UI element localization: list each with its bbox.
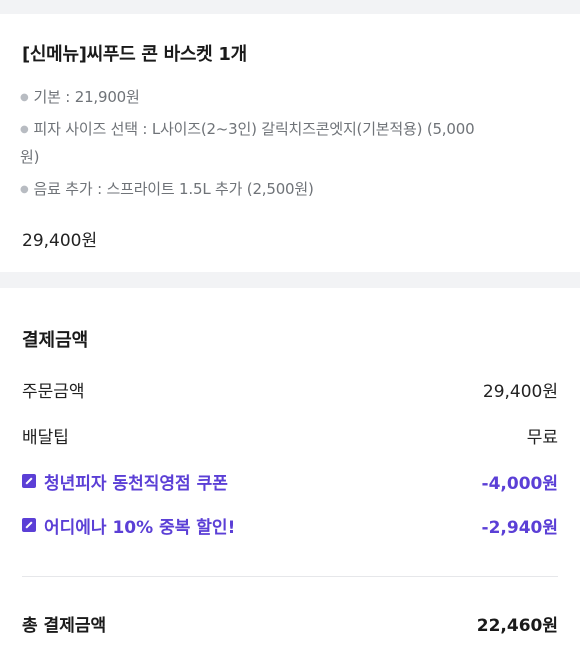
item-price: 29,400원	[22, 231, 98, 251]
bullet-icon: ●	[20, 124, 29, 135]
discount-row-duplicate: 어디에나 10% 중복 할인! -2,940원	[22, 510, 558, 540]
option-line-size-cont: 원)	[20, 142, 560, 172]
total-label: 총 결제금액	[22, 615, 107, 636]
menu-title: [신메뉴]씨푸드 콘 바스켓 1개	[22, 44, 247, 65]
option-line-size: ● 피자 사이즈 선택 : L사이즈(2~3인) 갈릭치즈콘엣지(기본적용) (5…	[20, 114, 560, 145]
option-text: 기본 : 21,900원	[33, 88, 140, 106]
order-amount-row: 주문금액 29,400원	[22, 374, 558, 404]
option-text: 음료 추가 : 스프라이트 1.5L 추가 (2,500원)	[33, 180, 314, 198]
total-value: 22,460원	[476, 615, 558, 636]
discount-value: -2,940원	[481, 517, 558, 538]
total-row: 총 결제금액 22,460원	[22, 608, 558, 638]
order-amount-label: 주문금액	[22, 381, 85, 402]
discount-label: 어디에나 10% 중복 할인!	[44, 517, 236, 538]
payment-summary: 결제금액 주문금액 29,400원 배달팁 무료 청년피자 동천직영점 쿠폰 -…	[0, 288, 580, 661]
discount-label: 청년피자 동천직영점 쿠폰	[44, 473, 228, 494]
option-line-base: ● 기본 : 21,900원	[20, 82, 560, 113]
coupon-icon	[22, 474, 36, 488]
coupon-icon	[22, 518, 36, 532]
payment-title: 결제금액	[22, 330, 89, 351]
discount-row-coupon: 청년피자 동천직영점 쿠폰 -4,000원	[22, 466, 558, 496]
delivery-tip-value: 무료	[526, 427, 558, 448]
discount-value: -4,000원	[481, 473, 558, 494]
order-amount-value: 29,400원	[482, 381, 558, 402]
divider	[22, 576, 558, 577]
delivery-tip-label: 배달팁	[22, 427, 69, 448]
option-line-drink: ● 음료 추가 : 스프라이트 1.5L 추가 (2,500원)	[20, 174, 560, 205]
delivery-tip-row: 배달팁 무료	[22, 420, 558, 450]
option-text: 원)	[20, 148, 40, 166]
bullet-icon: ●	[20, 184, 29, 195]
order-item-card: [신메뉴]씨푸드 콘 바스켓 1개 ● 기본 : 21,900원 ● 피자 사이즈 …	[0, 14, 580, 272]
option-text: 피자 사이즈 선택 : L사이즈(2~3인) 갈릭치즈콘엣지(기본적용) (5,…	[33, 120, 475, 138]
bullet-icon: ●	[20, 92, 29, 103]
